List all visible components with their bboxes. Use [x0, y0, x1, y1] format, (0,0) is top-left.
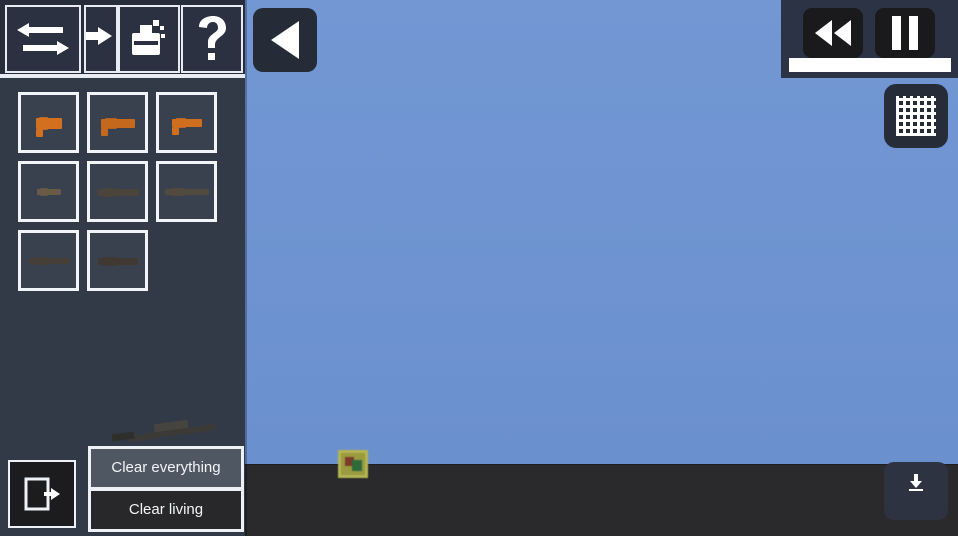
pause-button[interactable] — [875, 8, 935, 58]
left-sidebar: Clear everything Clear living — [0, 0, 245, 536]
paint-tool-button[interactable] — [118, 5, 180, 73]
download-button[interactable] — [884, 462, 948, 520]
weapon-slot-smg[interactable] — [87, 92, 148, 153]
time-speed-slider[interactable] — [789, 58, 951, 72]
weapon-slot-sawed-off[interactable] — [156, 92, 217, 153]
weapon-slot-sniper-rifle[interactable] — [156, 161, 217, 222]
weapon-slot-pistol[interactable] — [18, 92, 79, 153]
weapon-selection-grid — [18, 92, 234, 299]
weapon-sprite-small-rifle — [27, 185, 71, 199]
sidebar-toolbar — [0, 0, 245, 78]
weapon-slot-assault-rifle[interactable] — [87, 161, 148, 222]
game-screen: Clear everything Clear living — [0, 0, 958, 536]
weapon-slot-machine-gun[interactable] — [87, 230, 148, 291]
grid-icon — [896, 96, 936, 136]
arrow-tool-button[interactable] — [84, 5, 118, 73]
weapon-sprite-machine-gun — [96, 254, 140, 268]
spray-can-icon — [132, 20, 165, 55]
exit-button[interactable] — [8, 460, 76, 528]
swap-tool-button[interactable] — [5, 5, 81, 73]
weapon-sprite-assault-rifle — [96, 185, 140, 199]
rewind-button[interactable] — [803, 8, 863, 58]
weapon-sprite-pistol — [27, 116, 71, 137]
weapon-sprite-sawed-off — [165, 116, 209, 135]
question-mark-icon — [199, 16, 226, 60]
clear-living-button[interactable]: Clear living — [91, 491, 241, 529]
swap-arrows-icon — [17, 23, 69, 55]
weapon-slot-small-rifle[interactable] — [18, 161, 79, 222]
weapon-sprite-shotgun — [27, 254, 71, 268]
weapon-sprite-smg — [96, 116, 140, 136]
entity-part-b — [352, 460, 362, 471]
spawned-entity[interactable] — [338, 450, 368, 478]
pause-icon — [888, 16, 922, 50]
weapon-sprite-sniper-rifle — [164, 185, 209, 199]
step-back-button[interactable] — [253, 8, 317, 72]
preview-weapon-sprite — [110, 418, 220, 443]
clear-actions-panel: Clear everything Clear living — [88, 446, 244, 532]
toggle-grid-button[interactable] — [884, 84, 948, 148]
exit-door-icon — [24, 477, 60, 511]
clear-everything-button[interactable]: Clear everything — [91, 449, 241, 487]
time-speed-slider-fill — [789, 58, 951, 72]
weapon-slot-shotgun[interactable] — [18, 230, 79, 291]
download-icon — [909, 474, 923, 491]
triangle-left-icon — [271, 21, 299, 59]
help-button[interactable] — [181, 5, 243, 73]
arrow-right-icon — [86, 27, 112, 45]
playback-hud-panel — [781, 0, 958, 78]
toolbar-divider — [0, 74, 245, 78]
rewind-icon — [815, 20, 851, 46]
